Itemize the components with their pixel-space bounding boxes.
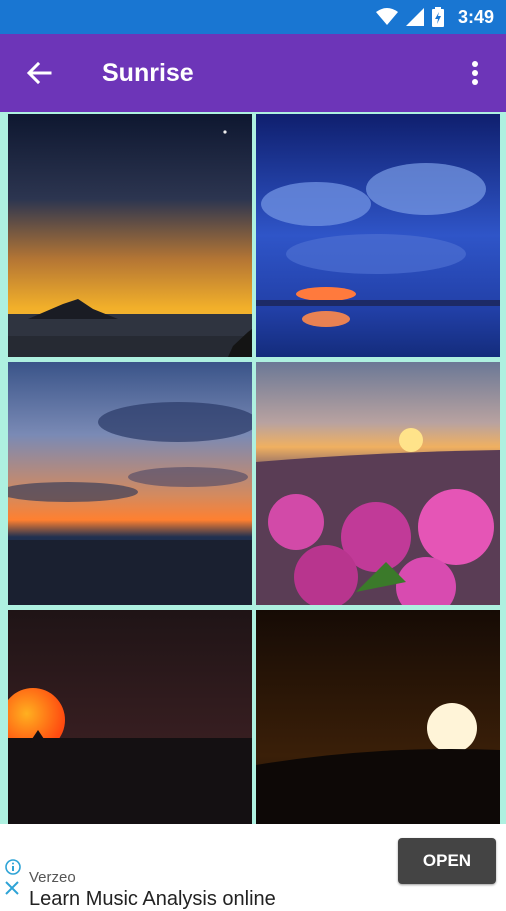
page-title: Sunrise	[102, 58, 194, 87]
overflow-menu-button[interactable]	[444, 34, 506, 112]
image-grid	[0, 112, 506, 824]
gallery-image-4[interactable]	[256, 362, 500, 605]
ad-banner[interactable]: Verzeo Learn Music Analysis online OPEN	[0, 824, 506, 910]
back-button[interactable]	[0, 34, 78, 112]
gallery-image-5[interactable]	[8, 610, 252, 824]
ad-close-icon[interactable]	[4, 880, 20, 901]
ad-open-button[interactable]: OPEN	[398, 838, 496, 884]
ad-advertiser: Verzeo	[29, 869, 76, 886]
gallery-image-6[interactable]	[256, 610, 500, 824]
ad-info-icon[interactable]	[4, 858, 22, 881]
gallery-image-2[interactable]	[256, 114, 500, 357]
gallery-image-3[interactable]	[8, 362, 252, 605]
gallery-image-1[interactable]	[8, 114, 252, 357]
status-bar: 3:49	[0, 0, 506, 34]
battery-charging-icon	[431, 7, 444, 27]
more-vert-icon	[472, 61, 478, 85]
wifi-icon	[375, 8, 398, 26]
arrow-left-icon	[26, 61, 52, 85]
clock: 3:49	[457, 6, 494, 27]
signal-icon	[405, 8, 424, 26]
app-bar: Sunrise	[0, 34, 506, 112]
